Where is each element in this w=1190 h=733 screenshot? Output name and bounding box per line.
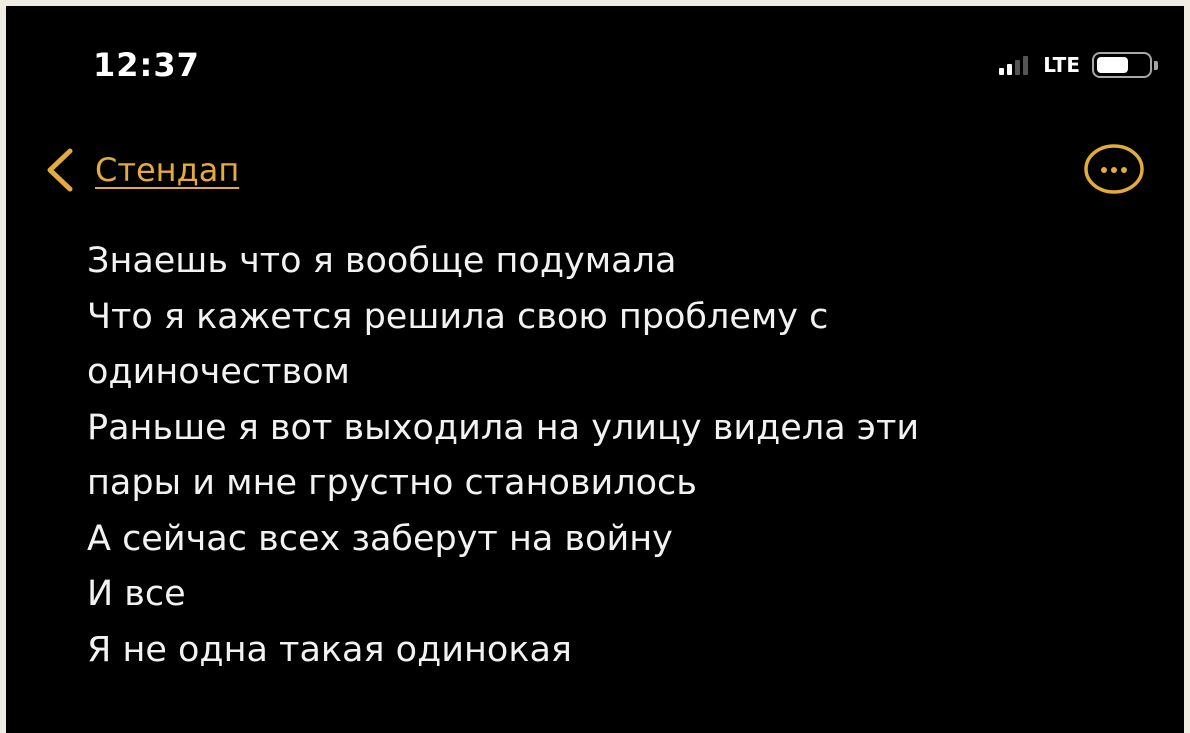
note-line: одиночеством: [87, 352, 350, 392]
note-line: Раньше я вот выходила на улицу видела эт…: [87, 407, 920, 448]
note-line: Знаешь что я вообще подумала: [87, 241, 677, 281]
note-line: Я не одна такая одинокая: [87, 629, 572, 670]
battery-tip: [1154, 60, 1158, 70]
note-line: Что я кажется решила свою проблему с: [87, 296, 829, 337]
notes-screen: 12:37 LTE Стендап Знаешь что я вообще по…: [6, 6, 1184, 733]
ellipsis-circle-icon[interactable]: [1083, 143, 1145, 195]
note-body[interactable]: Знаешь что я вообще подумала Что я кажет…: [87, 234, 1157, 678]
note-line: А сейчас всех заберут на войну: [87, 518, 673, 559]
chevron-left-icon: [47, 148, 73, 192]
back-label: Стендап: [95, 151, 240, 189]
status-indicators: LTE: [999, 50, 1158, 80]
back-button[interactable]: Стендап: [40, 140, 239, 200]
battery-level: [1097, 57, 1128, 73]
note-line: И все: [87, 574, 186, 614]
note-line: пары и мне грустно становилось: [87, 463, 697, 503]
battery-icon: [1092, 52, 1152, 78]
network-type: LTE: [1043, 53, 1080, 77]
status-time: 12:37: [93, 46, 200, 84]
signal-icon: [999, 55, 1031, 75]
